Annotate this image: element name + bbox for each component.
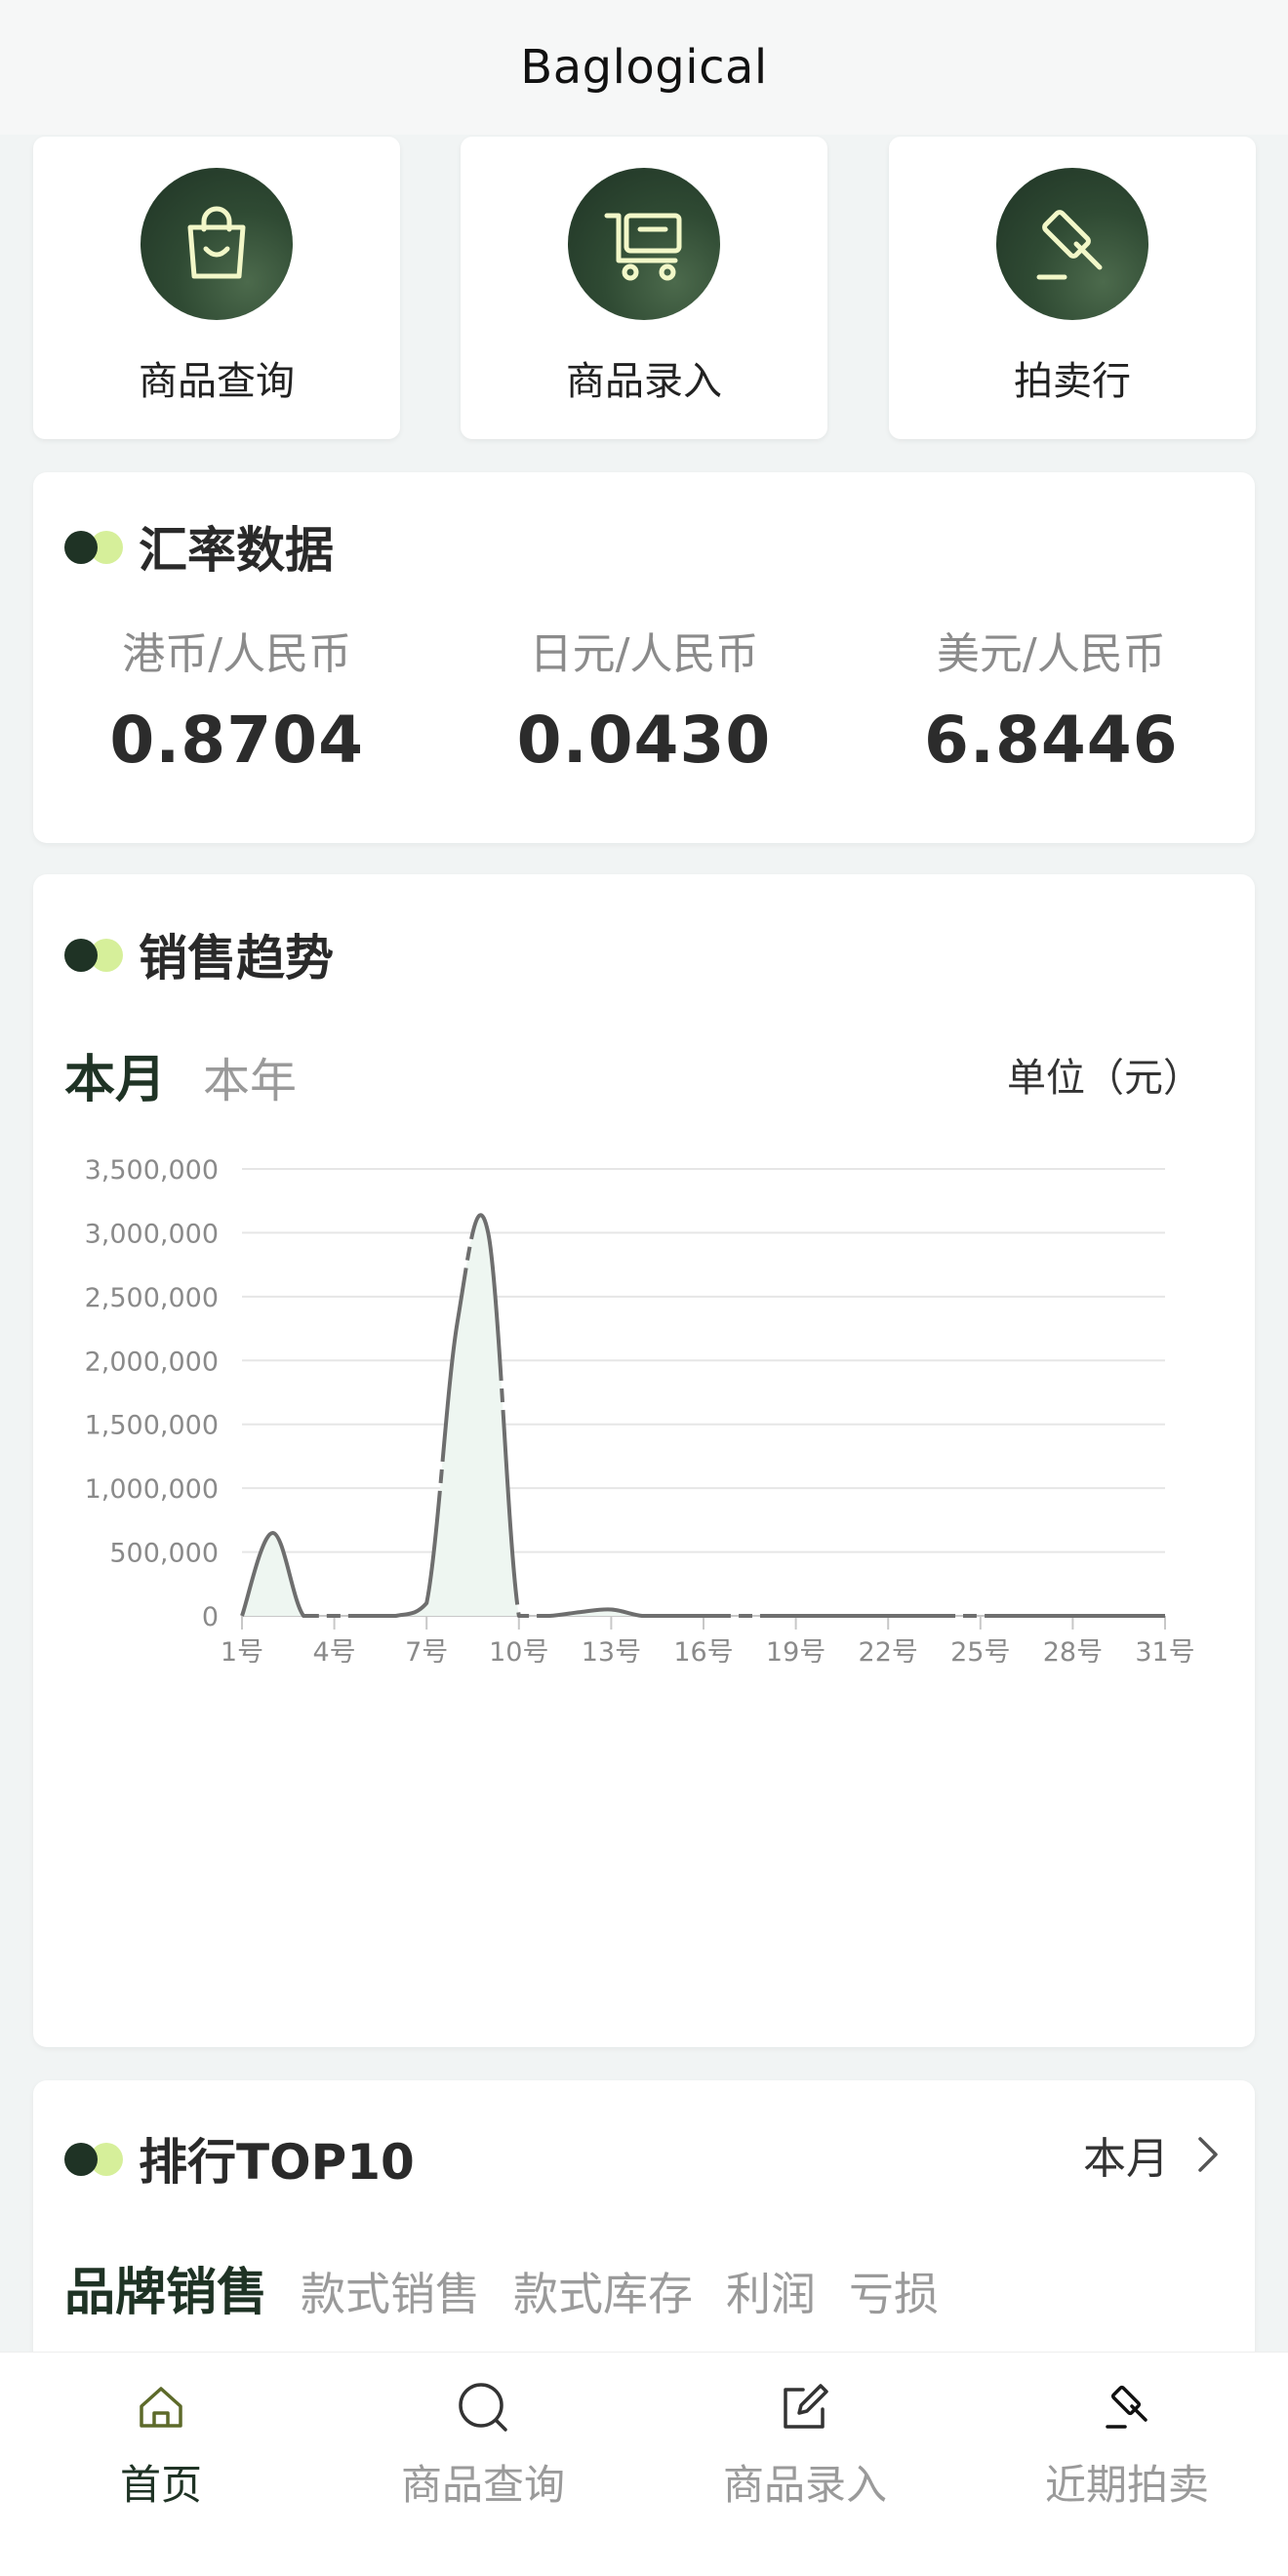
x-tick-label: 1号 xyxy=(221,1637,263,1668)
rate-value: 6.8446 xyxy=(923,703,1179,778)
rate-value: 0.0430 xyxy=(516,703,772,778)
series-line xyxy=(240,1213,1165,1618)
rate-label: 日元/人民币 xyxy=(529,629,759,679)
nav-recent-auctions[interactable]: 近期拍卖 xyxy=(966,2353,1288,2576)
y-tick-label: 2,000,000 xyxy=(85,1347,219,1377)
nav-product-entry[interactable]: 商品录入 xyxy=(644,2353,966,2576)
tile-product-entry[interactable]: 商品录入 xyxy=(461,137,827,439)
nav-label: 首页 xyxy=(119,2461,202,2509)
tile-label: 商品录入 xyxy=(566,359,722,404)
y-tick-label: 3,500,000 xyxy=(85,1155,219,1186)
quick-tiles: 商品查询 商品录入 拍卖行 xyxy=(33,137,1256,439)
x-tick-label: 25号 xyxy=(950,1637,1010,1668)
unit-label: 单位（元） xyxy=(1007,1056,1202,1101)
y-tick-label: 2,500,000 xyxy=(85,1283,219,1313)
y-tick-label: 0 xyxy=(202,1602,219,1632)
nav-label: 商品录入 xyxy=(722,2461,887,2509)
tab-profit[interactable]: 利润 xyxy=(726,2259,816,2323)
app-title: Baglogical xyxy=(520,40,768,95)
chevron-right-icon xyxy=(1198,2137,1218,2172)
search-icon xyxy=(452,2376,514,2438)
tab-style-inventory[interactable]: 款式库存 xyxy=(513,2259,693,2323)
sales-trend-card: 销售趋势 本月 本年 单位（元） 0 500,000 1,000,000 1,500,… xyxy=(33,874,1255,2047)
x-tick-label: 4号 xyxy=(313,1637,356,1668)
exchange-rate-card: 汇率数据 港币/人民币 0.8704 日元/人民币 0.0430 美元/人民币 … xyxy=(33,472,1255,843)
rate-value: 0.8704 xyxy=(109,703,364,778)
ranking-title: 排行TOP10 xyxy=(64,2123,415,2194)
home-icon xyxy=(130,2376,192,2438)
gavel-icon xyxy=(1096,2376,1158,2438)
y-tick-label: 500,000 xyxy=(109,1539,219,1569)
x-tick-label: 7号 xyxy=(405,1637,448,1668)
tile-auction-house[interactable]: 拍卖行 xyxy=(889,137,1256,439)
title-dots-icon xyxy=(64,529,125,564)
sales-trend-title: 销售趋势 xyxy=(64,919,334,989)
tab-style-sales[interactable]: 款式销售 xyxy=(301,2259,480,2323)
tab-this-month[interactable]: 本月 xyxy=(64,1038,166,1111)
x-tick-label: 19号 xyxy=(766,1637,825,1668)
y-tick-label: 1,500,000 xyxy=(85,1411,219,1441)
rate-hkd-cny: 港币/人民币 0.8704 xyxy=(33,619,440,778)
nav-label: 近期拍卖 xyxy=(1044,2461,1209,2509)
nav-label: 商品查询 xyxy=(400,2461,565,2509)
sales-chart: 0 500,000 1,000,000 1,500,000 2,000,000 2,500… xyxy=(85,1155,1195,1668)
title-dots-icon xyxy=(64,2141,125,2176)
nav-home[interactable]: 首页 xyxy=(0,2353,322,2576)
app-header: Baglogical xyxy=(0,0,1288,135)
tab-brand-sales[interactable]: 品牌销售 xyxy=(64,2251,267,2324)
ranking-period-label: 本月 xyxy=(1083,2134,1169,2184)
sales-period-tabs: 本月 本年 xyxy=(64,1038,334,1111)
x-tick-label: 31号 xyxy=(1135,1637,1194,1668)
cart-icon xyxy=(568,168,720,320)
tile-product-query[interactable]: 商品查询 xyxy=(33,137,400,439)
x-tick-label: 10号 xyxy=(489,1637,548,1668)
exchange-rate-title: 汇率数据 xyxy=(64,511,334,582)
y-tick-label: 3,000,000 xyxy=(85,1219,219,1249)
tab-loss[interactable]: 亏损 xyxy=(849,2259,939,2323)
rate-label: 美元/人民币 xyxy=(936,629,1166,679)
shopping-bag-icon xyxy=(141,168,293,320)
gavel-icon xyxy=(996,168,1148,320)
rates-row: 港币/人民币 0.8704 日元/人民币 0.0430 美元/人民币 6.844… xyxy=(33,619,1255,778)
y-tick-label: 1,000,000 xyxy=(85,1474,219,1505)
x-tick-label: 16号 xyxy=(673,1637,733,1668)
x-tick-label: 22号 xyxy=(859,1637,918,1668)
rate-label: 港币/人民币 xyxy=(122,629,352,679)
bottom-nav: 首页 商品查询 商品录入 近期拍卖 xyxy=(0,2352,1288,2576)
x-tick-label: 28号 xyxy=(1043,1637,1103,1668)
edit-icon xyxy=(774,2376,836,2438)
tile-label: 拍卖行 xyxy=(1014,359,1131,404)
rate-usd-cny: 美元/人民币 6.8446 xyxy=(848,619,1255,778)
ranking-period-selector[interactable]: 本月 xyxy=(1083,2123,1220,2186)
x-tick-label: 13号 xyxy=(582,1637,641,1668)
tile-label: 商品查询 xyxy=(139,359,295,404)
title-dots-icon xyxy=(64,937,125,972)
ranking-tabs: 品牌销售 款式销售 款式库存 利润 亏损 xyxy=(64,2251,972,2324)
nav-product-query[interactable]: 商品查询 xyxy=(322,2353,644,2576)
app-root: Baglogical 商品查询 商品录入 拍卖行 汇率数据 港币/人民币 0.8… xyxy=(0,0,1288,2576)
tab-this-year[interactable]: 本年 xyxy=(203,1042,297,1110)
rate-jpy-cny: 日元/人民币 0.0430 xyxy=(440,619,847,778)
series-area xyxy=(242,1215,1165,1616)
